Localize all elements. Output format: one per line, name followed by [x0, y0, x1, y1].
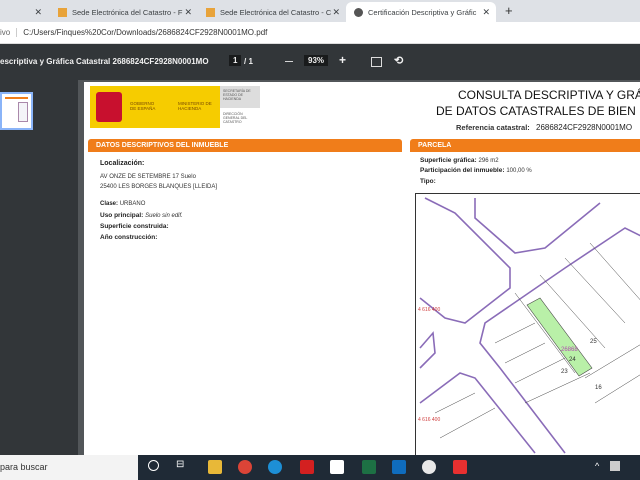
superficie-label: Superficie construida:: [100, 223, 169, 230]
close-icon[interactable]: ✕: [34, 7, 42, 18]
ref-value: 2686824CF2928N0001MO: [536, 123, 633, 132]
tab-catastro-1[interactable]: Sede Electrónica del Catastro - F ✕: [50, 2, 198, 22]
coord-label: 4 616 400: [418, 417, 440, 423]
edge-icon[interactable]: [268, 460, 282, 474]
page-input[interactable]: 1: [229, 55, 242, 66]
parcel-code: 26868: [561, 347, 578, 353]
localizacion-label: Localización:: [100, 160, 145, 167]
taskbar: para buscar ⊟ ^: [0, 455, 640, 480]
tab-label: Sede Electrónica del Catastro - F: [72, 7, 183, 17]
excel-icon[interactable]: [362, 460, 376, 474]
parcel-16: 16: [595, 385, 602, 391]
ref-label: Referencia catastral:: [456, 123, 530, 132]
coat-of-arms-icon: [96, 92, 122, 122]
part-label: Participación del inmueble:: [420, 167, 505, 174]
tab-bar: ✕ Sede Electrónica del Catastro - F ✕ Sed…: [0, 0, 640, 22]
catastro-favicon: [206, 7, 215, 17]
close-icon[interactable]: ✕: [332, 7, 340, 18]
parcel-number: 24: [569, 357, 576, 363]
taskbar-search[interactable]: para buscar: [0, 455, 138, 480]
dropbox-icon[interactable]: [330, 460, 344, 474]
fit-page-icon[interactable]: [371, 57, 382, 67]
address-line1: AV ONZE DE SETEMBRE 17 Suelo: [100, 174, 196, 180]
pdf-title: escriptiva y Gráfica Catastral 2686824CF…: [0, 57, 209, 66]
part-value: 100,00 %: [506, 168, 532, 174]
file-explorer-icon[interactable]: [208, 460, 222, 474]
close-icon[interactable]: ✕: [482, 7, 490, 18]
coord-label: 4 616 400: [418, 307, 440, 313]
cadastral-map: 24 25 23 16 26868 4 616 400 4 616 400: [415, 193, 640, 455]
zoom-out-button[interactable]: —: [285, 57, 293, 66]
logo-gov-text: GOBIERNO DE ESPAÑA: [130, 101, 156, 111]
cortana-icon[interactable]: [148, 460, 159, 471]
sup-graf-label: Superficie gráfica:: [420, 157, 477, 164]
outlook-icon[interactable]: [392, 460, 406, 474]
page-thumbnail[interactable]: [0, 92, 33, 130]
sup-graf-value: 296 m2: [478, 158, 499, 164]
government-logo: GOBIERNO DE ESPAÑA MINISTERIO DE HACIEND…: [90, 86, 260, 128]
address-bar[interactable]: ivo C:/Users/Finques%20Cor/Downloads/268…: [0, 22, 640, 44]
tab-label: Certificación Descriptiva y Gráfic: [368, 7, 477, 17]
globe-icon: [354, 7, 363, 17]
logo-ministry-text: MINISTERIO DE HACIENDA: [178, 101, 212, 111]
new-tab-button[interactable]: +: [505, 3, 513, 18]
app-icon[interactable]: [453, 460, 467, 474]
anio-label: Año construcción:: [100, 234, 158, 241]
pdf-toolbar: escriptiva y Gráfica Catastral 2686824CF…: [0, 44, 640, 80]
thumbnail-sidebar: [0, 80, 78, 455]
slack-icon[interactable]: [422, 460, 436, 474]
task-view-icon[interactable]: ⊟: [176, 459, 184, 470]
catastro-favicon: [58, 7, 67, 17]
tab-certificacion[interactable]: Certificación Descriptiva y Gráfic ✕: [346, 2, 496, 22]
chrome-icon[interactable]: [238, 460, 252, 474]
doc-title-line2: DE DATOS CATASTRALES DE BIEN INMUEBLE: [436, 104, 640, 118]
tipo-label: Tipo:: [420, 178, 436, 185]
section-header-parcela: PARCELA: [410, 139, 640, 152]
zoom-in-button[interactable]: +: [339, 53, 346, 67]
logo-secretaria-text: SECRETARÍA DE ESTADO DE HACIENDA: [220, 86, 260, 108]
tab-catastro-2[interactable]: Sede Electrónica del Catastro - C ✕: [198, 2, 346, 22]
uso-value: Suelo sin edif.: [145, 213, 183, 219]
address-line2: 25400 LES BORGES BLANQUES [LLEIDA]: [100, 184, 218, 190]
tray-chevron-icon[interactable]: ^: [595, 461, 599, 471]
tray-icon[interactable]: [610, 461, 620, 471]
rotate-icon[interactable]: ⟲: [394, 54, 403, 67]
address-prefix: ivo: [0, 28, 18, 37]
doc-title-line1: CONSULTA DESCRIPTIVA Y GRÁFICA: [458, 88, 640, 102]
tab-0[interactable]: ✕: [0, 2, 48, 22]
close-icon[interactable]: ✕: [184, 7, 192, 18]
logo-direccion-text: DIRECCIÓN GENERAL DEL CATASTRO: [220, 108, 260, 128]
url-input[interactable]: C:/Users/Finques%20Cor/Downloads/2686824…: [17, 28, 267, 37]
parcel-23: 23: [561, 369, 568, 375]
tab-label: Sede Electrónica del Catastro - C: [220, 7, 332, 17]
acrobat-icon[interactable]: [300, 460, 314, 474]
parcel-25: 25: [590, 339, 597, 345]
section-header-datos: DATOS DESCRIPTIVOS DEL INMUEBLE: [88, 139, 402, 152]
zoom-input[interactable]: 93%: [304, 55, 329, 66]
clase-label: Clase:: [100, 201, 119, 207]
pdf-page: GOBIERNO DE ESPAÑA MINISTERIO DE HACIEND…: [84, 82, 640, 455]
clase-value: URBANO: [119, 201, 146, 207]
uso-label: Uso principal:: [100, 212, 144, 219]
page-total: / 1: [244, 57, 253, 66]
